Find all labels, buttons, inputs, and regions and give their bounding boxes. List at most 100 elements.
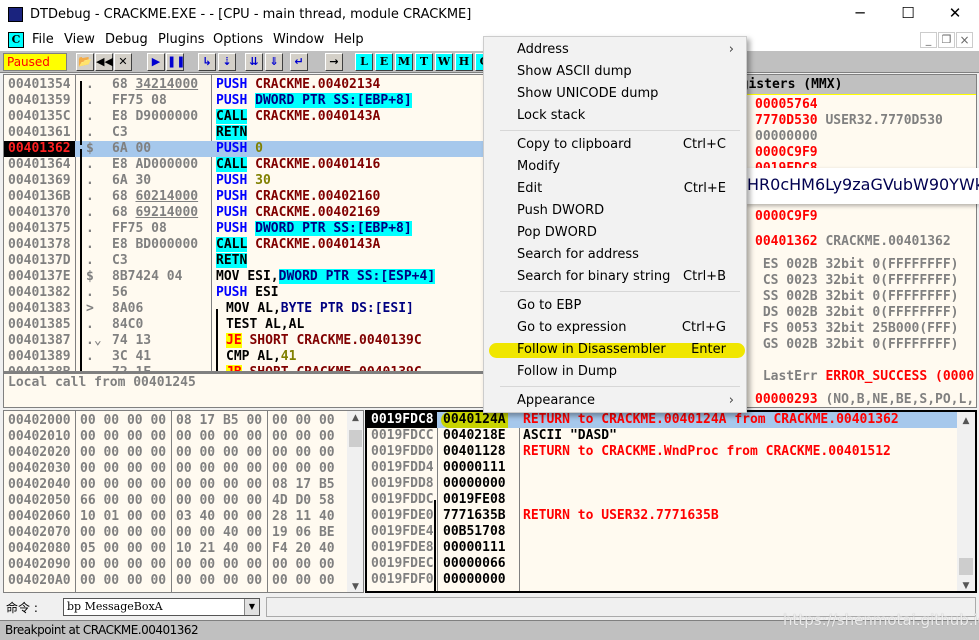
stack-row[interactable]: 0019FDE8 00000111 [367,540,957,556]
registers-header[interactable]: Registers (MMX) [721,75,976,95]
registers-pane[interactable]: Registers (MMX) 00005764 7770D530 USER32.… [720,74,977,408]
step-into-icon[interactable]: ↳ [198,53,216,71]
stack-row[interactable]: 0019FDCC 0040218E ASCII "DASD" [367,428,957,444]
dump-row[interactable]: 00402040 00 00 00 00 00 00 00 00 08 17 B5 [4,477,347,493]
dump-row[interactable]: 004020A0 00 00 00 00 00 00 00 00 00 00 00 [4,573,347,589]
scroll-down-icon[interactable]: ▼ [957,581,975,591]
dump-row[interactable]: 00402070 00 00 00 00 00 00 40 00 19 06 BE [4,525,347,541]
stack-row[interactable]: 0019FDE4 00B51708 [367,524,957,540]
register-row[interactable]: 00005764 [755,97,818,113]
close-icon[interactable]: ✕ [114,53,132,71]
scroll-up-icon[interactable]: ▲ [347,413,363,423]
dump-row[interactable]: 00402020 00 00 00 00 00 00 00 00 00 00 00 [4,445,347,461]
menu-item-edit[interactable]: Edit Ctrl+E [484,178,746,200]
register-value[interactable]: 00000000 [755,129,818,144]
toolbar-button-l[interactable]: L [355,53,373,71]
segment-register-row[interactable]: FS 0053 32bit 25B000(FFF) [755,321,959,337]
dump-row[interactable]: 00402010 00 00 00 00 00 00 00 00 00 00 00 [4,429,347,445]
dump-scrollbar[interactable]: ▲ ▼ [347,411,363,592]
menu-view[interactable]: View [64,32,95,47]
register-value[interactable]: 0000C9F9 [755,209,818,224]
menu-debug[interactable]: Debug [105,32,148,47]
menu-item-pop-dword[interactable]: Pop DWORD [484,222,746,244]
register-row[interactable]: 00000000 [755,129,818,145]
menu-item-search-for-binary-string[interactable]: Search for binary string Ctrl+B [484,266,746,288]
dropdown-arrow-icon[interactable]: ▼ [244,599,259,615]
dump-row[interactable]: 00402080 05 00 00 00 10 21 40 00 F4 20 40 [4,541,347,557]
menu-window[interactable]: Window [273,32,324,47]
dump-row[interactable]: 00402050 66 00 00 00 00 00 00 00 4D D0 58 [4,493,347,509]
command-input[interactable]: bp MessageBoxA ▼ [63,598,260,616]
mdi-close-button[interactable]: × [956,32,973,48]
register-row[interactable]: 0000C9F9 [755,209,818,225]
stack-row[interactable]: 0019FDD8 00000000 [367,476,957,492]
dump-pane[interactable]: 00402000 00 00 00 00 08 17 B5 00 00 00 00 00… [3,410,364,593]
menu-item-lock-stack[interactable]: Lock stack [484,105,746,127]
maximize-button[interactable]: ☐ [893,4,923,26]
eflags-row[interactable]: 00000293 (NO,B,NE,BE,S,PO,L, [755,392,974,407]
register-value[interactable]: 00005764 [755,97,818,112]
menu-plugins[interactable]: Plugins [158,32,205,47]
menu-item-follow-in-dump[interactable]: Follow in Dump [484,361,746,383]
dump-row[interactable]: 00402090 00 00 00 00 00 00 00 00 00 00 00 [4,557,347,573]
segment-register-row[interactable]: SS 002B 32bit 0(FFFFFFFF) [755,289,959,305]
menu-item-address[interactable]: Address › [484,39,746,61]
menu-item-appearance[interactable]: Appearance › [484,390,746,412]
stack-scrollbar[interactable]: ▲ ▼ [957,412,975,591]
register-row[interactable]: 00401362 CRACKME.00401362 [755,234,951,250]
minimize-button[interactable]: ─ [845,4,875,26]
scroll-thumb[interactable] [959,558,973,575]
segment-register-row[interactable]: DS 002B 32bit 0(FFFFFFFF) [755,305,959,321]
execute-till-return-icon[interactable]: ↵ [290,53,308,71]
stack-row[interactable]: 0019FDEC 00000066 [367,556,957,572]
scroll-down-icon[interactable]: ▼ [347,582,363,592]
menu-item-modify[interactable]: Modify [484,156,746,178]
stack-row[interactable]: 0019FDF0 00000000 [367,572,957,588]
pause-icon[interactable]: ❚❚ [166,53,185,71]
mdi-restore-button[interactable]: ❐ [938,32,955,48]
stack-row[interactable]: 0019FDD4 00000111 [367,460,957,476]
toolbar-button-m[interactable]: M [395,53,413,71]
eflags-value[interactable]: 00000293 [755,392,818,407]
trace-into-icon[interactable]: ⇊ [245,53,263,71]
segment-register-row[interactable]: GS 002B 32bit 0(FFFFFFFF) [755,337,959,353]
step-over-icon[interactable]: ⇣ [218,53,236,71]
toolbar-button-h[interactable]: H [455,53,473,71]
dump-row[interactable]: 00402030 00 00 00 00 00 00 00 00 00 00 00 [4,461,347,477]
goto-icon[interactable]: → [325,53,343,71]
stack-row[interactable]: 0019FDDC 0019FE08 [367,492,957,508]
register-row[interactable]: 7770D530 USER32.7770D530 [755,113,943,129]
stack-row[interactable]: 0019FDD0 00401128 RETURN to CRACKME.WndPro… [367,444,957,460]
trace-over-icon[interactable]: ⇓ [265,53,283,71]
menu-item-show-unicode-dump[interactable]: Show UNICODE dump [484,83,746,105]
menu-item-go-to-ebp[interactable]: Go to EBP [484,295,746,317]
menu-item-follow-in-disassembler[interactable]: Follow in Disassembler Enter [484,339,746,361]
register-value[interactable]: 7770D530 [755,113,818,128]
menu-item-search-for-address[interactable]: Search for address [484,244,746,266]
segment-register-row[interactable]: ES 002B 32bit 0(FFFFFFFF) [755,257,959,273]
menu-file[interactable]: File [32,32,54,47]
stack-row[interactable]: 0019FDE0 7771635B RETURN to USER32.7771635… [367,508,957,524]
close-button[interactable]: ✕ [940,4,970,26]
register-value[interactable]: 00401362 [755,234,818,249]
stack-pane[interactable]: 0019FDC8 0040124A RETURN to CRACKME.004012… [365,410,977,593]
register-value[interactable]: 0000C9F9 [755,145,818,160]
register-row[interactable]: 0000C9F9 [755,145,818,161]
toolbar-button-t[interactable]: T [415,53,433,71]
menu-item-copy-to-clipboard[interactable]: Copy to clipboard Ctrl+C [484,134,746,156]
scroll-thumb[interactable] [349,430,362,447]
open-icon[interactable]: 📂 [76,53,94,71]
menu-item-go-to-expression[interactable]: Go to expression Ctrl+G [484,317,746,339]
scroll-up-icon[interactable]: ▲ [957,416,975,426]
menu-help[interactable]: Help [334,32,364,47]
dump-row[interactable]: 00402000 00 00 00 00 08 17 B5 00 00 00 00 [4,413,347,429]
run-icon[interactable]: ▶ [147,53,165,71]
dump-row[interactable]: 00402060 10 01 00 00 03 40 00 00 28 11 40 [4,509,347,525]
segment-register-row[interactable]: CS 0023 32bit 0(FFFFFFFF) [755,273,959,289]
stack-row[interactable]: 0019FDC8 0040124A RETURN to CRACKME.004012… [367,412,957,428]
menu-item-show-ascii-dump[interactable]: Show ASCII dump [484,61,746,83]
mdi-minimize-button[interactable]: _ [920,32,937,48]
toolbar-button-e[interactable]: E [375,53,393,71]
menu-item-push-dword[interactable]: Push DWORD [484,200,746,222]
toolbar-button-w[interactable]: W [435,53,453,71]
